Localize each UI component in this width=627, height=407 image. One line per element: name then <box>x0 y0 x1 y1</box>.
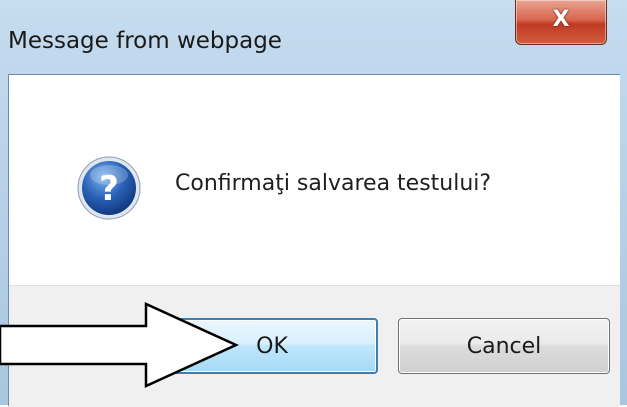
pointer-arrow-icon <box>0 302 240 388</box>
dialog-message: Confirmaţi salvarea testului? <box>175 171 492 196</box>
dialog-title: Message from webpage <box>8 28 282 54</box>
close-icon: X <box>552 7 570 32</box>
question-icon: ? <box>77 156 141 220</box>
close-button[interactable]: X <box>515 0 607 45</box>
svg-text:?: ? <box>99 169 119 209</box>
title-bar[interactable]: Message from webpage X <box>0 0 627 72</box>
cancel-button[interactable]: Cancel <box>398 318 610 374</box>
